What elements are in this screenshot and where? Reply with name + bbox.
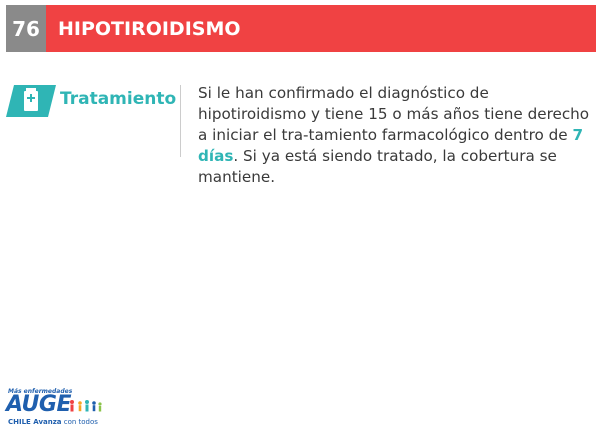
logo-name: AUGE bbox=[6, 392, 72, 417]
logo-sub-rest: con todos bbox=[61, 418, 98, 426]
page-title: HIPOTIROIDISMO bbox=[46, 5, 596, 52]
description-text-start: Si le han confirmado el diagnóstico de h… bbox=[198, 84, 590, 144]
logo-subtitle: CHILE Avanza con todos bbox=[8, 418, 98, 426]
medicine-bottle-icon bbox=[6, 85, 56, 117]
treatment-section: Tratamiento Si le han confirmado el diag… bbox=[6, 83, 596, 186]
description-text-end: . Si ya está siendo tratado, la cobertur… bbox=[198, 147, 557, 186]
page-header: 76 HIPOTIROIDISMO bbox=[6, 5, 596, 52]
auge-logo: Más enfermedades AUGE CHILE Avanza con t… bbox=[6, 388, 106, 430]
logo-sub-bold: CHILE Avanza bbox=[8, 418, 62, 426]
section-label: Tratamiento bbox=[60, 89, 177, 109]
section-divider bbox=[180, 85, 181, 157]
problem-number: 76 bbox=[6, 5, 46, 52]
people-figures-icon bbox=[70, 400, 102, 412]
treatment-description: Si le han confirmado el diagnóstico de h… bbox=[198, 83, 590, 188]
